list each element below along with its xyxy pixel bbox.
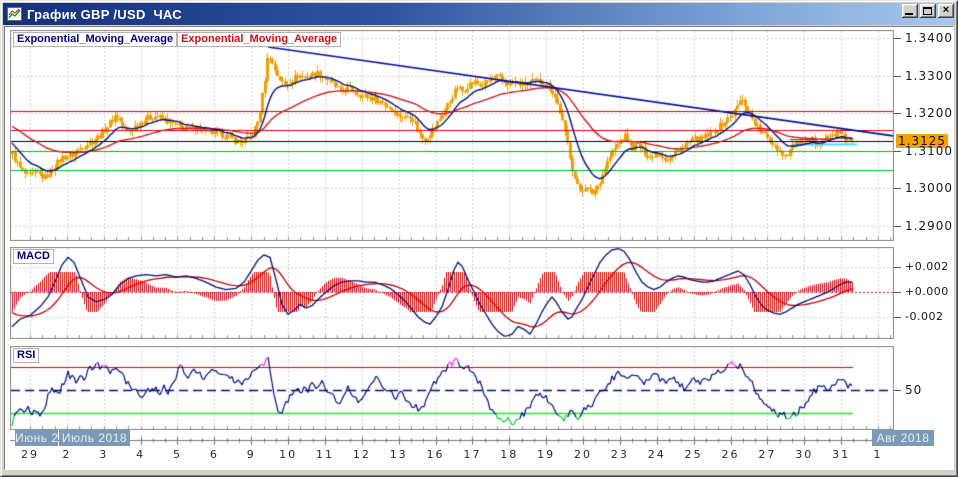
macd-panel-canvas[interactable] [10, 247, 894, 339]
time-axis-canvas [10, 433, 894, 448]
price-axis-tick [894, 188, 901, 189]
time-axis-day-label: 10 [279, 448, 298, 461]
price-axis-tick [894, 113, 901, 114]
close-icon: × [942, 4, 950, 16]
time-axis-day-label: 31 [832, 448, 851, 461]
time-axis-day-label: 19 [537, 448, 556, 461]
time-axis-day-label: 23 [610, 448, 629, 461]
price-axis-label: 1.3100 [905, 143, 953, 158]
macd-axis-label: +0.000 [905, 285, 949, 298]
window-title: График GBP /USD ЧАС [27, 6, 182, 22]
time-axis-day-label: 20 [574, 448, 593, 461]
time-axis-day-label: 26 [721, 448, 740, 461]
maximize-icon [923, 7, 932, 15]
time-axis-day-label: 16 [426, 448, 445, 461]
time-axis-day-label: 9 [246, 448, 256, 461]
time-axis-day-label: 3 [99, 448, 109, 461]
time-axis-day-label: 6 [209, 448, 219, 461]
time-axis-day-label: 29 [21, 448, 39, 461]
chart-window-icon[interactable] [7, 7, 22, 21]
time-axis-month-label: Июнь 2 [15, 430, 59, 446]
time-axis-day-label: 1 [873, 448, 883, 461]
macd-axis-label: -0.002 [905, 309, 944, 323]
macd-label: MACD [13, 249, 54, 264]
rsi-axis-label: 50 [905, 383, 923, 397]
price-axis-tick [894, 226, 901, 227]
maximize-button[interactable] [920, 4, 936, 18]
ema-label-slow: Exponential_Moving_Average [177, 32, 342, 47]
time-axis-day-label: 17 [463, 448, 482, 461]
time-axis-day-label: 27 [758, 448, 777, 461]
macd-axis-label: +0.002 [905, 260, 949, 274]
time-axis-day-label: 24 [647, 448, 666, 461]
title-bar[interactable]: График GBP /USD ЧАС [3, 3, 955, 25]
price-axis-tick [894, 76, 901, 77]
time-axis-day-label: 13 [389, 448, 408, 461]
rsi-label: RSI [13, 348, 40, 363]
price-axis-label: 1.3400 [905, 31, 953, 45]
macd-axis-tick [894, 317, 901, 318]
time-axis-day-label: 18 [500, 448, 519, 461]
price-axis-label: 1.3200 [905, 106, 953, 120]
price-axis-tick [894, 151, 901, 152]
minimize-button[interactable] [902, 4, 918, 18]
time-axis-month-label: Июль 2018 [59, 430, 130, 446]
time-axis-day-label: 5 [172, 448, 182, 461]
time-axis-day-label: 25 [684, 448, 703, 461]
macd-axis-tick [894, 267, 901, 268]
time-axis-day-label: 30 [795, 448, 814, 461]
close-button[interactable]: × [938, 4, 954, 18]
time-axis-day-label: 2 [62, 448, 72, 461]
indicator-labels: Exponential_Moving_Average Exponential_M… [13, 32, 342, 47]
price-chart-canvas[interactable] [10, 30, 894, 241]
time-axis-day-label: 11 [315, 448, 334, 461]
rsi-panel-canvas[interactable] [10, 346, 894, 430]
window-controls: × [900, 4, 954, 18]
minimize-icon [905, 13, 913, 15]
price-axis-tick [894, 38, 901, 39]
price-axis-label: 1.3300 [905, 68, 953, 83]
time-axis-day-label: 12 [352, 448, 371, 461]
price-axis-label: 1.2900 [905, 218, 953, 233]
macd-axis-tick [894, 292, 901, 293]
time-axis-day-label: 4 [136, 448, 146, 461]
ema-label-fast: Exponential_Moving_Average [13, 32, 178, 47]
rsi-axis-tick [894, 390, 901, 391]
price-axis-label: 1.3000 [905, 181, 953, 195]
time-axis-month-label: Авг 2018 [872, 430, 934, 446]
